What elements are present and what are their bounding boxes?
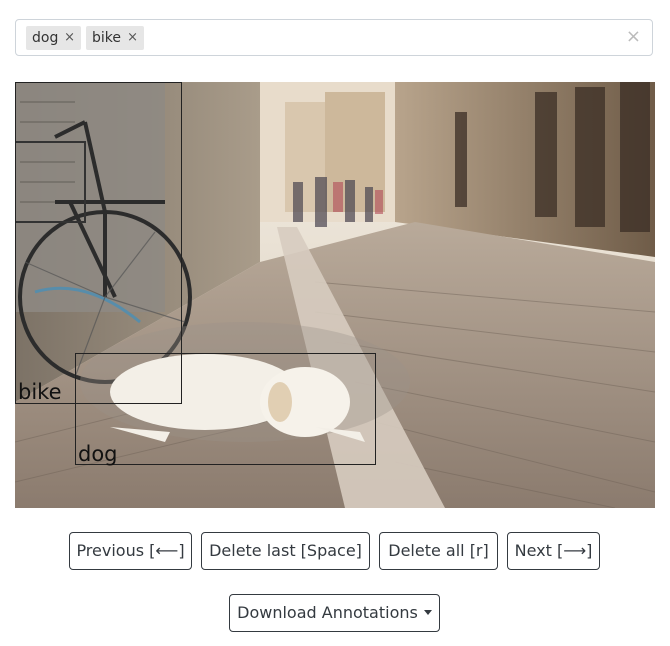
tag-remove-icon[interactable]: × (64, 26, 75, 50)
tag-label: dog (32, 30, 59, 46)
bbox-label-dog: dog (78, 442, 118, 466)
bbox-dog[interactable] (75, 353, 376, 465)
clear-tags-icon[interactable]: × (626, 28, 641, 46)
delete-all-button[interactable]: Delete all [r] (379, 532, 498, 570)
delete-last-button[interactable]: Delete last [Space] (201, 532, 370, 570)
tag-dog: dog × (26, 26, 81, 50)
download-annotations-dropdown[interactable]: Download Annotations (229, 594, 440, 632)
tag-label: bike (92, 30, 121, 46)
tag-bike: bike × (86, 26, 144, 50)
tag-remove-icon[interactable]: × (127, 26, 138, 50)
previous-button[interactable]: Previous [⟵] (69, 532, 192, 570)
label-tag-input[interactable]: dog × bike × × (15, 19, 653, 56)
caret-down-icon (423, 610, 432, 615)
download-annotations-label: Download Annotations (237, 603, 418, 622)
next-button[interactable]: Next [⟶] (507, 532, 600, 570)
annotation-canvas[interactable]: bike dog (15, 82, 655, 508)
bbox-label-bike: bike (18, 380, 62, 404)
